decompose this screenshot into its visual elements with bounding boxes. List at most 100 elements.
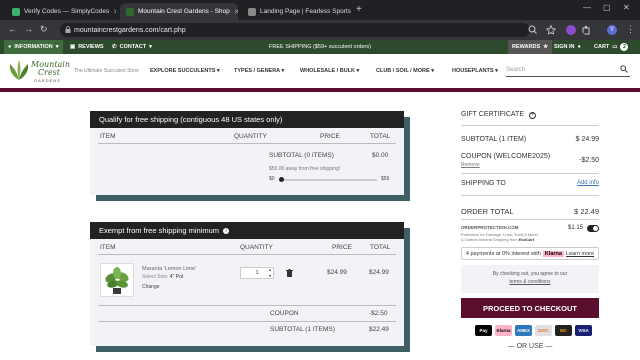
order-total-value: $ 22.49 [573, 207, 599, 216]
nav-types-genera[interactable]: TYPES / GENERA ▾ [234, 68, 284, 74]
site-header: Mountain Crest GARDENS The Ultimate Succ… [0, 54, 640, 88]
col-item: ITEM [100, 244, 116, 251]
order-protection-toggle[interactable] [587, 225, 599, 232]
protection-price: $1.15 [567, 225, 583, 231]
coupon-label: COUPON (WELCOME2025) [461, 153, 551, 160]
close-tab-icon[interactable]: ✕ [234, 8, 238, 16]
mcg-favicon-icon [126, 7, 134, 16]
sign-in-link[interactable]: SIGN IN ● [554, 40, 581, 54]
visa-icon[interactable]: VISA [575, 325, 592, 336]
klarna-logo: Klarna [542, 250, 564, 257]
panel-title-text: Qualify for free shipping (contiguous 48… [99, 115, 283, 124]
gift-certificate-toggle[interactable]: GIFT CERTIFICATE + [461, 111, 599, 119]
info-icon[interactable]: i [223, 227, 230, 234]
klarna-learn-more-link[interactable]: Learn more [566, 251, 594, 257]
simplycodes-favicon-icon [12, 7, 20, 16]
product-thumbnail[interactable] [100, 263, 134, 297]
site-logo[interactable]: Mountain Crest GARDENS [6, 58, 70, 84]
close-window-button[interactable]: ✕ [623, 3, 630, 12]
panel-title: Exempt from free shipping minimum i [90, 222, 404, 239]
nav-club-soil-more[interactable]: CLUB / SOIL / MORE ▾ [376, 68, 434, 74]
address-bar[interactable]: mountaincrestgardens.com/cart.php [60, 23, 530, 37]
browser-menu-icon[interactable]: ⋮ [626, 24, 635, 35]
trash-icon[interactable] [286, 269, 293, 277]
item-total: $24.99 [369, 269, 389, 276]
logo-word-gardens: GARDENS [34, 78, 61, 83]
nav-explore-succulents[interactable]: EXPLORE SUCCULENTS ▾ [150, 68, 220, 74]
protection-desc2: & Carbon Neutral Shipping from [461, 237, 518, 242]
apple-pay-icon[interactable]: Pay [475, 325, 492, 336]
summary-divider [461, 173, 599, 174]
tab-simplycodes[interactable]: Verify Codes — SimplyCodes ✕ [6, 3, 116, 20]
search-input[interactable]: Search [506, 63, 630, 77]
store-tagline: The Ultimate Succulent Store [74, 68, 140, 74]
add-shipping-info-link[interactable]: Add info [577, 180, 599, 186]
user-icon: ● [577, 44, 581, 50]
decrement-icon[interactable]: ▾ [269, 271, 271, 281]
site-info-icon[interactable] [65, 26, 71, 33]
cart-label: CART [594, 44, 610, 50]
amex-icon[interactable]: AMEX [515, 325, 532, 336]
minimize-button[interactable]: — [583, 3, 591, 12]
protection-ecocart: & Carbon Neutral Shipping from EcoCart [461, 237, 599, 242]
reload-button[interactable]: ↻ [40, 24, 48, 35]
tab-mountain-crest[interactable]: Mountain Crest Gardens - Shop ✕ [120, 3, 238, 20]
coupon-value: -$2.50 [369, 310, 388, 317]
extensions-puzzle-icon[interactable] [582, 25, 592, 35]
maximize-button[interactable]: ▢ [603, 3, 611, 12]
size-label: Select Size: [142, 274, 169, 280]
zoom-icon[interactable] [528, 25, 538, 35]
new-tab-button[interactable]: + [356, 4, 362, 15]
profile-avatar[interactable]: Y [607, 25, 617, 35]
protection-brand: ORDERPROTECTION.COM [461, 225, 519, 230]
subtotal-label: SUBTOTAL (1 ITEM) [461, 136, 527, 143]
coupon-row: COUPON -$2.50 [98, 305, 396, 321]
klarna-pay-icon[interactable]: Klarna [495, 325, 512, 336]
mastercard-icon[interactable]: MC [555, 325, 572, 336]
close-tab-icon[interactable]: ✕ [113, 8, 116, 16]
rewards-link[interactable]: REWARDS ★ [508, 40, 553, 54]
search-icon[interactable] [620, 65, 628, 73]
nav-wholesale-bulk[interactable]: WHOLESALE / BULK ▾ [300, 68, 359, 74]
terms-link[interactable]: terms & conditions [461, 279, 599, 285]
col-item: ITEM [100, 133, 116, 140]
subtotal-row: SUBTOTAL (1 ITEMS) $22.49 [98, 321, 396, 337]
order-protection: ORDERPROTECTION.COM $1.15 [461, 225, 599, 231]
panel-shadow [96, 346, 410, 352]
star-icon: ★ [543, 44, 549, 50]
cart-table-header: ITEM QUANTITY PRICE TOTAL [98, 128, 396, 144]
utility-strip: ● INFORMATION ▾ ▣ REVIEWS ✆ CONTACT ▾ FR… [0, 40, 640, 54]
tab-title: Landing Page | Fearless Sports [260, 8, 351, 15]
panel-title-text: Exempt from free shipping minimum [99, 226, 220, 235]
cart-icon: ▭ [612, 44, 618, 50]
search-placeholder: Search [506, 66, 526, 73]
tab-fearless-sports[interactable]: Landing Page | Fearless Sports ✕ [242, 3, 352, 20]
summary-divider [461, 125, 599, 126]
forward-button[interactable]: → [24, 24, 33, 34]
progress-marker [279, 177, 284, 182]
nav-label: TYPES / GENERA [234, 68, 280, 74]
panel-shadow [404, 117, 410, 201]
maranta-plant-image [105, 267, 129, 294]
cart-link[interactable]: CART ▭ 2 [594, 40, 629, 54]
quantity-stepper[interactable]: 1 ▴ ▾ [240, 267, 274, 279]
product-name-link[interactable]: Maranta 'Lemon Lime' [142, 266, 196, 272]
extension-icon[interactable] [566, 25, 576, 35]
terms-box: By checking out, you agree to our terms … [461, 265, 599, 293]
remove-coupon-link[interactable]: Remove [461, 162, 599, 168]
terms-agreement-text: By checking out, you agree to our [492, 271, 568, 277]
bookmark-star-icon[interactable] [546, 25, 556, 35]
change-size-link[interactable]: Change [142, 284, 160, 290]
cart-table-header: ITEM QUANTITY PRICE TOTAL [98, 239, 396, 255]
summary-divider [461, 219, 599, 220]
proceed-to-checkout-button[interactable]: PROCEED TO CHECKOUT [461, 298, 599, 318]
payment-methods: Pay Klarna AMEX DISC MC VISA [475, 325, 592, 336]
back-button[interactable]: ← [8, 24, 17, 34]
subtotal-label: SUBTOTAL (1 ITEMS) [270, 326, 335, 333]
product-size: Select Size: 4" Pot [142, 274, 183, 280]
nav-houseplants[interactable]: HOUSEPLANTS ▾ [452, 68, 498, 74]
url-text: mountaincrestgardens.com/cart.php [74, 26, 186, 34]
col-price: PRICE [332, 244, 352, 251]
discover-icon[interactable]: DISC [535, 325, 552, 336]
nav-label: WHOLESALE / BULK [300, 68, 355, 74]
